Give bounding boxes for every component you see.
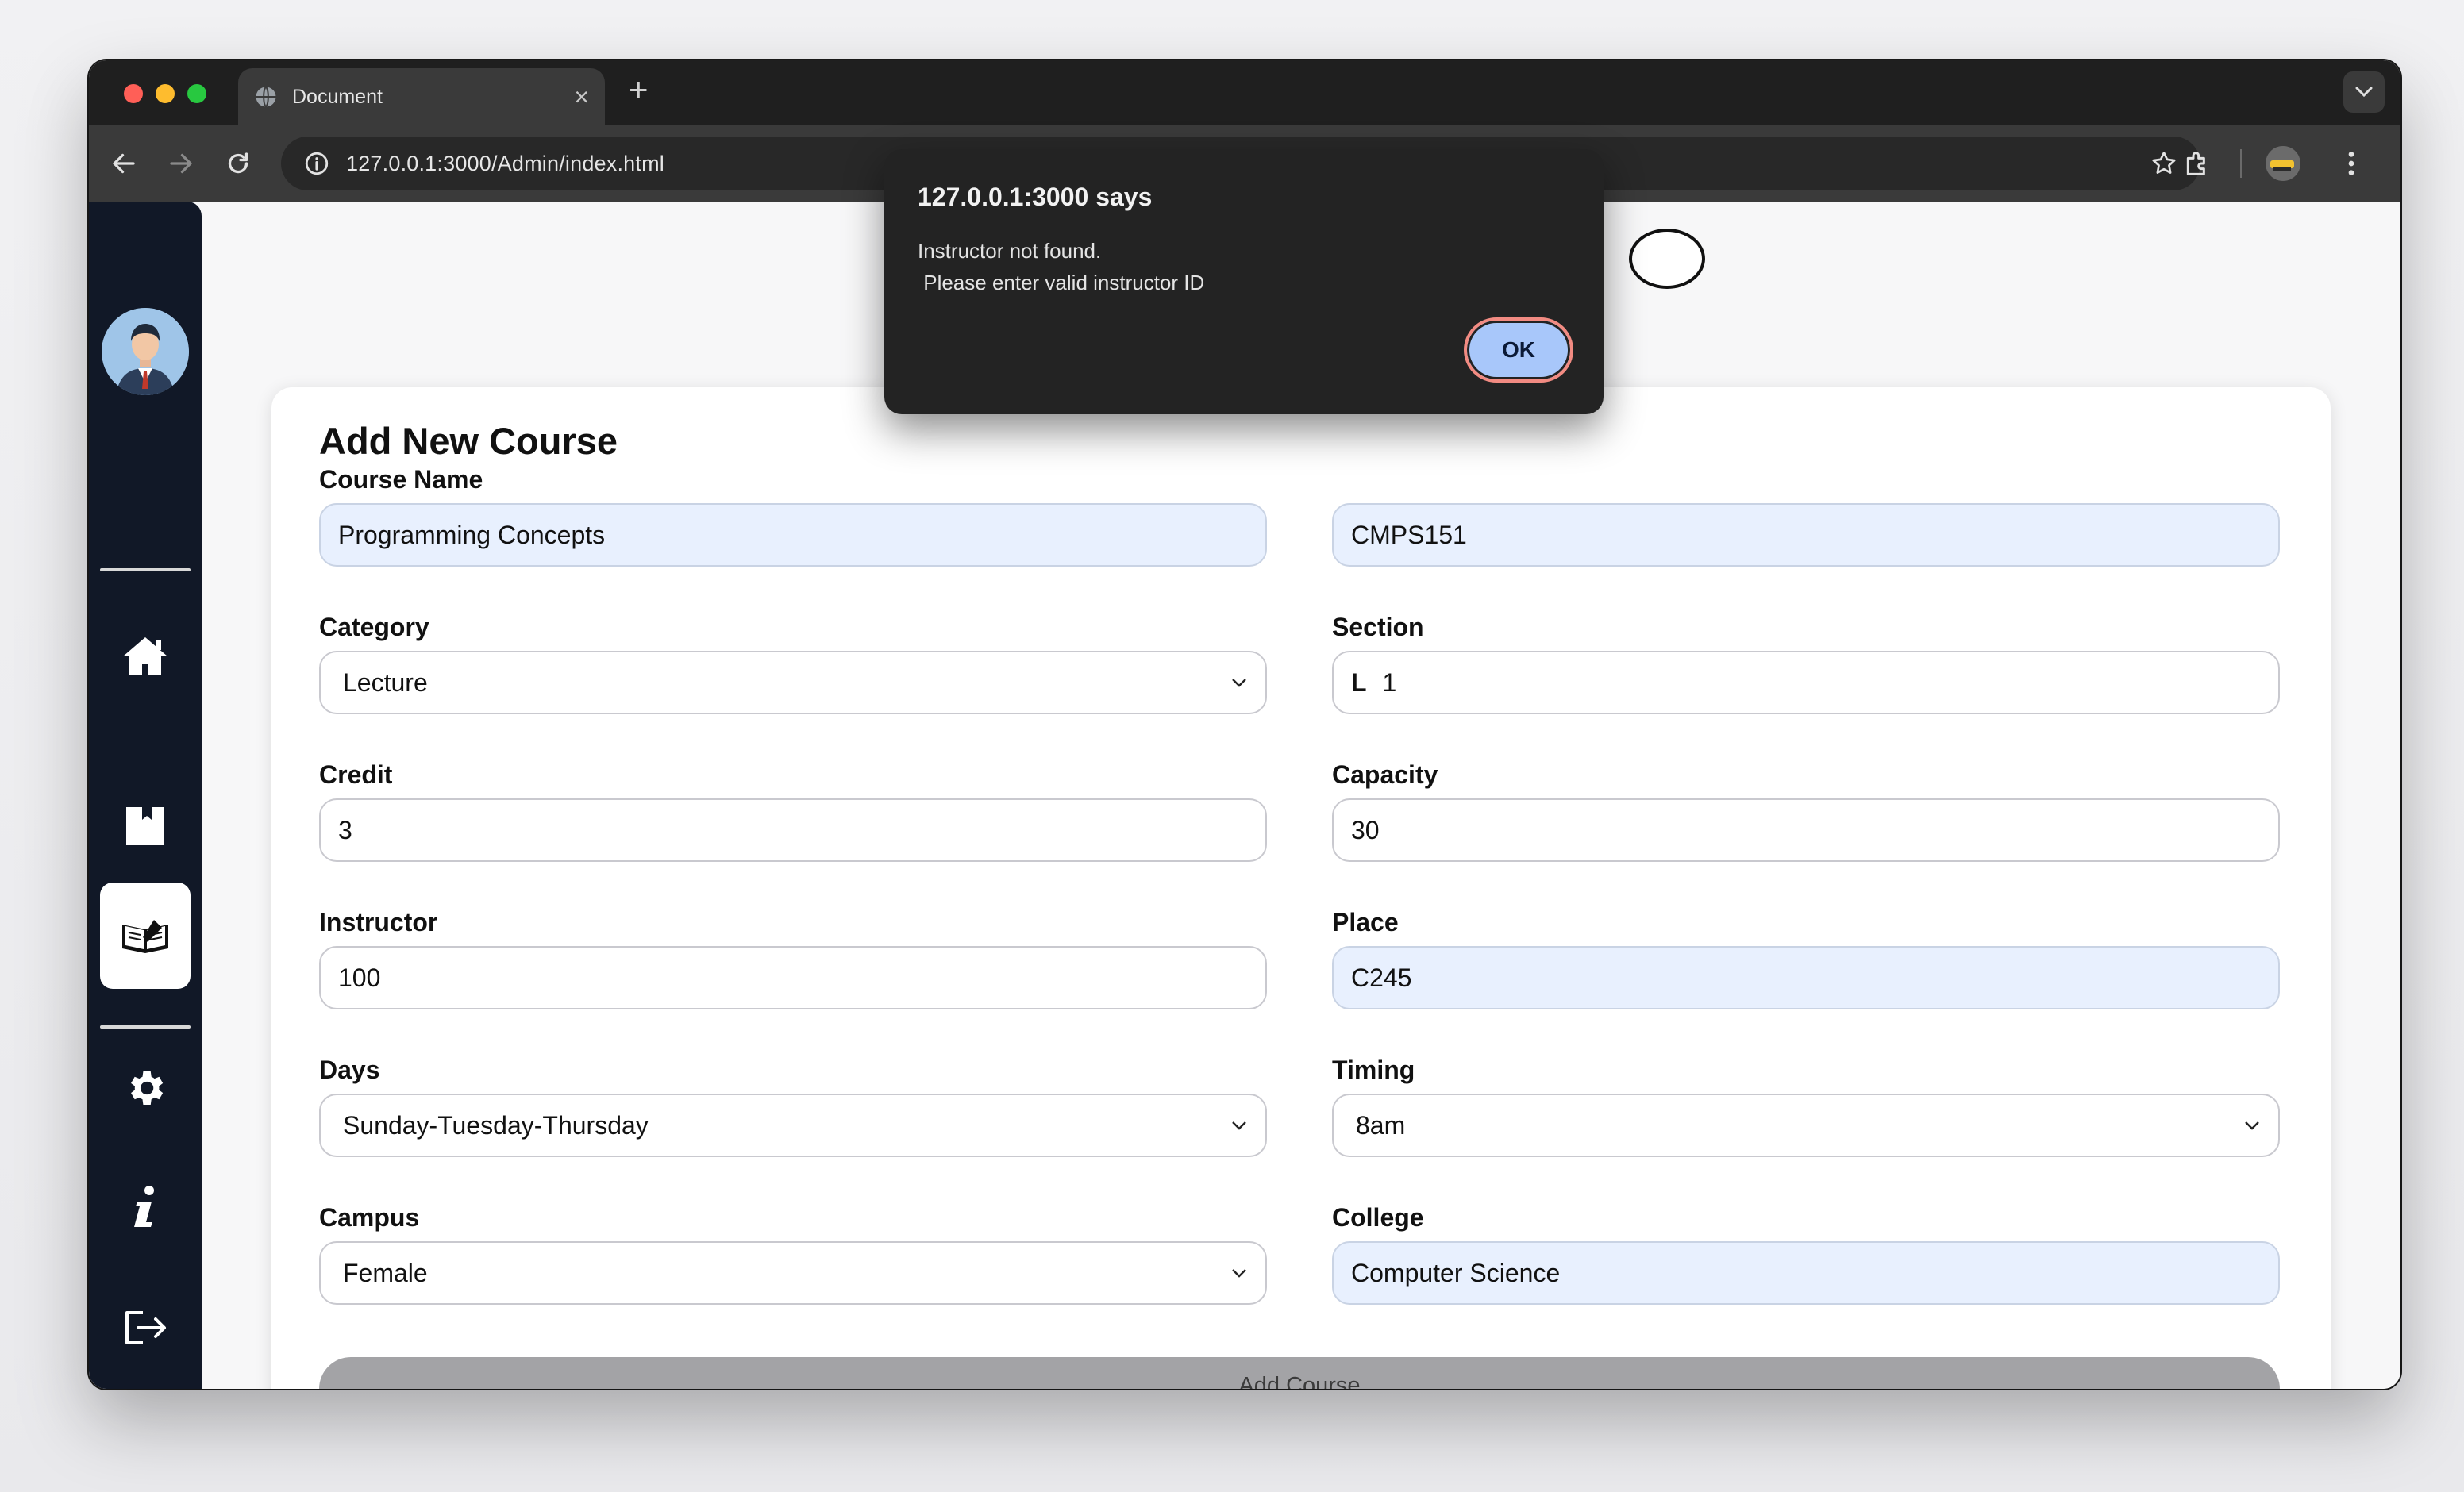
book-icon [122,920,168,953]
sidebar-item-home[interactable] [117,629,173,684]
days-label: Days [319,1056,380,1084]
alert-message: Instructor not found. Please enter valid… [918,239,1205,294]
logout-icon [125,1311,166,1344]
home-icon [123,637,167,675]
place-input[interactable]: C245 [1332,946,2280,1009]
browser-window: Document × + 127.0.0.1:3000/Admin/index.… [89,60,2400,1389]
capacity-label: Capacity [1332,760,1438,789]
bookmark-star-icon[interactable] [2150,149,2178,178]
tab-title: Document [292,85,383,108]
course-code-input[interactable]: CMPS151 [1332,503,2280,567]
sidebar-item-logout[interactable] [117,1300,173,1355]
profile-icon [2266,146,2300,181]
kebab-menu-icon[interactable] [2335,148,2367,179]
course-name-label: Course Name [319,465,483,494]
add-course-button[interactable]: Add Course [319,1357,2280,1389]
section-input[interactable]: L 1 [1332,651,2280,714]
sidebar-item-courses[interactable] [100,883,191,989]
admin-avatar[interactable] [102,308,189,395]
maximize-window-button[interactable] [187,84,206,103]
sidebar [89,202,202,1389]
back-arrow-icon[interactable] [110,149,138,178]
timing-label: Timing [1332,1056,1415,1084]
place-label: Place [1332,908,1399,936]
toolbar-divider [2240,149,2242,178]
timing-select[interactable]: 8am [1332,1094,2280,1157]
extensions-icon[interactable] [2181,148,2213,179]
info-icon [134,1186,154,1227]
globe-icon [256,86,276,108]
chevron-down-icon [1232,1121,1246,1130]
sidebar-item-bookmark[interactable] [117,798,173,854]
capacity-input[interactable]: 30 [1332,798,2280,862]
profile-avatar[interactable] [2266,146,2300,181]
bookmark-icon [126,807,164,845]
site-info-icon[interactable] [303,150,330,177]
close-window-button[interactable] [124,84,143,103]
alert-dialog: 127.0.0.1:3000 says Instructor not found… [884,149,1604,414]
alert-title: 127.0.0.1:3000 says [918,183,1153,211]
campus-label: Campus [319,1203,420,1232]
sidebar-item-settings[interactable] [117,1060,173,1116]
new-tab-button[interactable]: + [629,73,649,106]
section-label: Section [1332,613,1424,641]
instructor-label: Instructor [319,908,438,936]
chevron-down-icon [1232,679,1246,687]
tab-strip: Document × + [89,60,2400,125]
chevron-down-icon [1232,1269,1246,1278]
chevron-down-icon [2355,87,2373,98]
section-prefix: L [1351,667,1367,697]
category-select[interactable]: Lecture [319,651,1267,714]
college-input[interactable]: Computer Science [1332,1241,2280,1305]
category-label: Category [319,613,429,641]
reload-icon[interactable] [224,149,252,178]
sidebar-divider [100,1025,191,1029]
user-avatar-icon [102,308,189,395]
minimize-window-button[interactable] [156,84,175,103]
form-title: Add New Course [319,420,618,462]
tab-close-icon[interactable]: × [574,84,589,110]
campus-select[interactable]: Female [319,1241,1267,1305]
tab-document[interactable]: Document × [238,68,605,125]
instructor-input[interactable]: 100 [319,946,1267,1009]
page-viewport: Add New Course Course Name Programming C… [89,149,2400,1389]
forward-arrow-icon[interactable] [167,149,195,178]
gear-icon [131,1071,164,1105]
chevron-down-icon [2245,1121,2259,1130]
sidebar-divider [100,568,191,571]
add-course-form: Add New Course Course Name Programming C… [271,387,2331,1389]
college-label: College [1332,1203,1424,1232]
header-circle-element [1629,229,1705,289]
credit-input[interactable]: 3 [319,798,1267,862]
days-select[interactable]: Sunday-Tuesday-Thursday [319,1094,1267,1157]
alert-ok-button[interactable]: OK [1464,317,1573,383]
tab-search-button[interactable] [2343,71,2385,113]
sidebar-item-info[interactable] [117,1179,173,1235]
credit-label: Credit [319,760,393,789]
course-name-input[interactable]: Programming Concepts [319,503,1267,567]
